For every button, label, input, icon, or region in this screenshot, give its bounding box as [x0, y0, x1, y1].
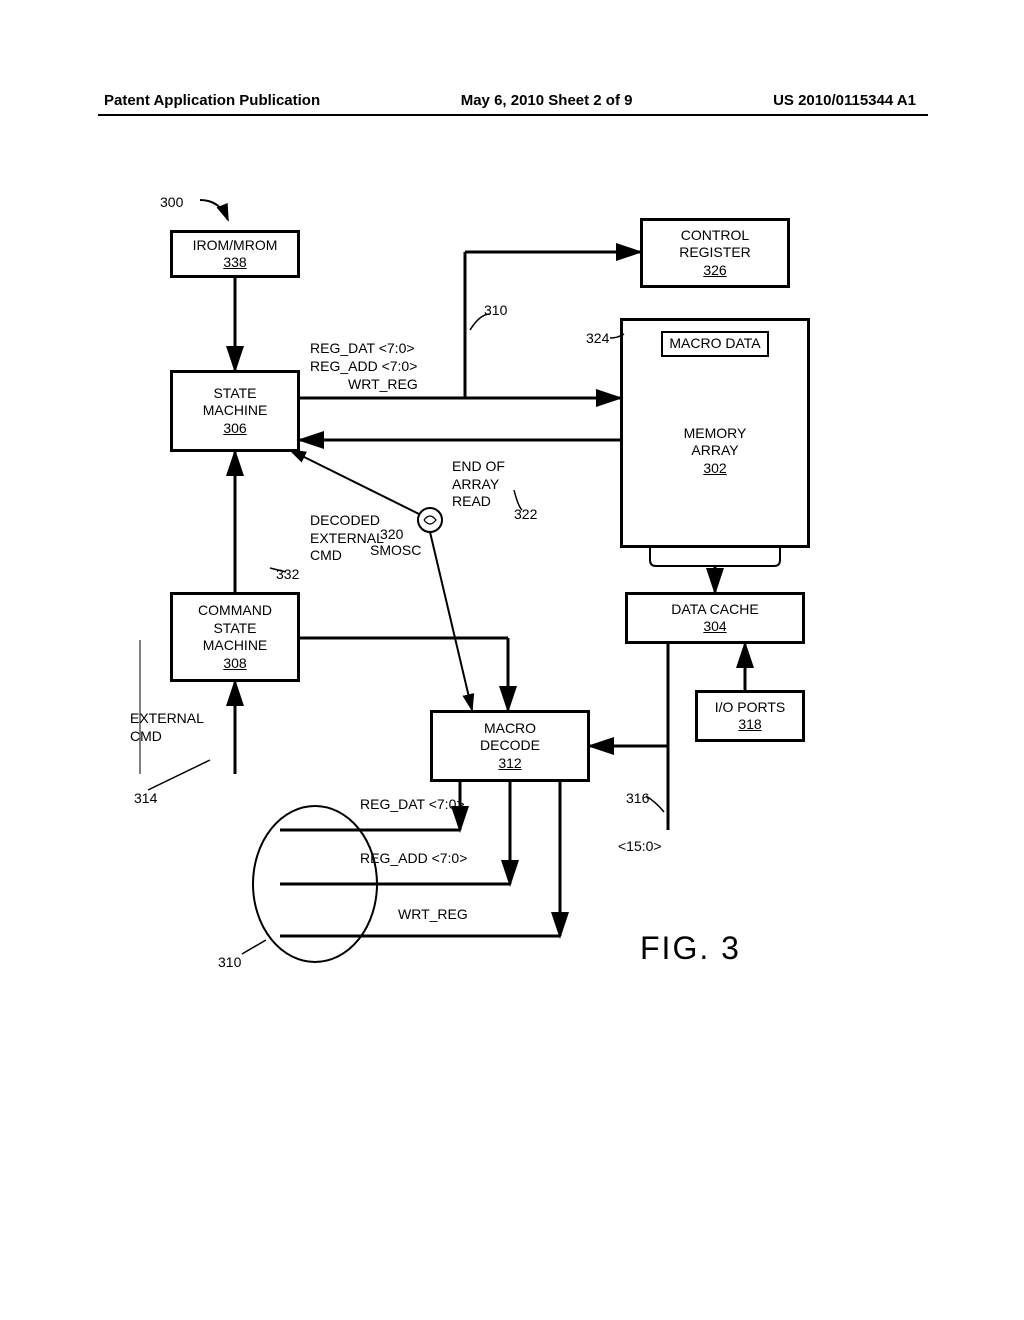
header-rule [98, 114, 928, 116]
header-center: May 6, 2010 Sheet 2 of 9 [461, 92, 633, 109]
page-header: Patent Application Publication May 6, 20… [0, 92, 1024, 109]
diagram-ref-300: 300 [160, 194, 183, 212]
block-diagram: 300 IROM/MROM 338 CONTROL REGISTER 326 S… [170, 230, 850, 1050]
header-right: US 2010/0115344 A1 [773, 92, 916, 109]
header-left: Patent Application Publication [104, 92, 320, 109]
connectors [170, 230, 850, 1050]
external-cmd-ref: 314 [134, 790, 157, 808]
